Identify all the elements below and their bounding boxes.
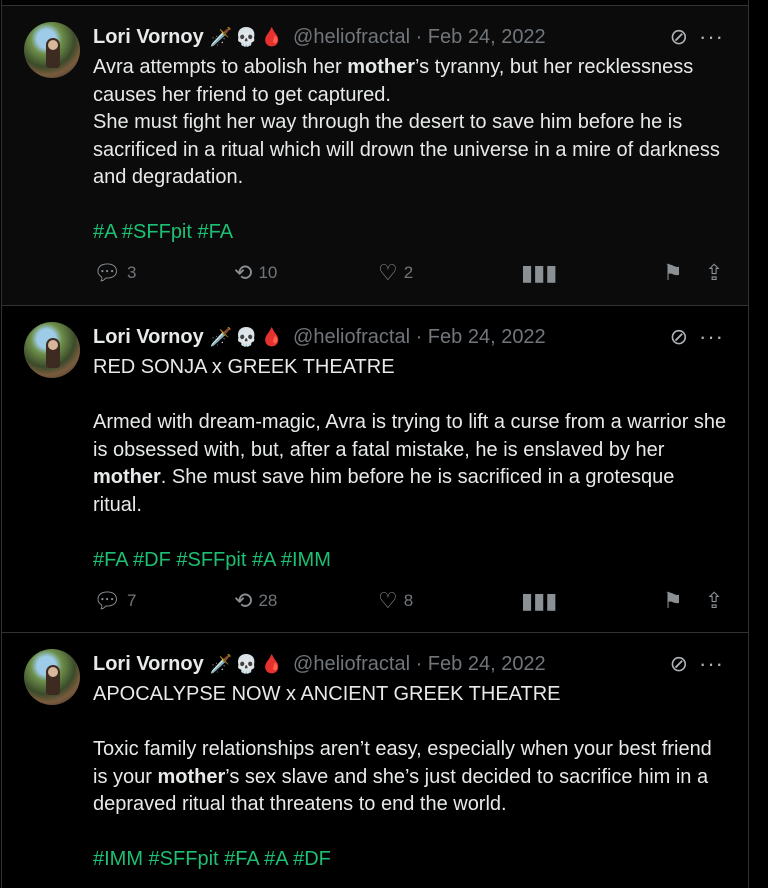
repost-button[interactable]: ⟲ 28	[234, 588, 277, 614]
reply-count: 7	[126, 591, 137, 610]
post-line: RED SONJA x GREEK THEATRE	[93, 356, 395, 378]
more-icon[interactable]: ···	[699, 24, 724, 50]
avatar[interactable]	[24, 649, 80, 705]
like-count: 2	[403, 263, 414, 282]
post-text: APOCALYPSE NOW x ANCIENT GREEK THEATRE T…	[93, 681, 728, 874]
like-count: 8	[403, 591, 414, 610]
views-icon: ▮▮▮	[521, 260, 558, 285]
reply-count: 3	[126, 263, 137, 282]
repost-count: 10	[258, 263, 278, 282]
name-emojis: 🗡️ 💀 🩸	[209, 654, 284, 674]
author-name[interactable]: Lori Vornoy	[93, 26, 204, 49]
author-handle-date[interactable]: @heliofractal · Feb 24, 2022	[293, 653, 546, 676]
reply-icon: 💬︎	[93, 588, 121, 613]
bookmark-button[interactable]: ⚑	[663, 588, 683, 614]
post-line: Toxic family relationships aren’t easy, …	[93, 738, 712, 815]
heart-icon: ♡	[378, 260, 398, 285]
author-name[interactable]: Lori Vornoy	[93, 326, 204, 349]
post-header: Lori Vornoy 🗡️ 💀 🩸 @heliofractal · Feb 2…	[93, 323, 748, 351]
name-emojis: 🗡️ 💀 🩸	[209, 27, 284, 47]
author-handle-date[interactable]: @heliofractal · Feb 24, 2022	[293, 326, 546, 349]
like-button[interactable]: ♡ 2	[378, 260, 413, 286]
post-card[interactable]: Lori Vornoy 🗡️ 💀 🩸 @heliofractal · Feb 2…	[2, 633, 748, 888]
share-icon: ⇪	[705, 588, 724, 613]
post-line: APOCALYPSE NOW x ANCIENT GREEK THEATRE	[93, 683, 561, 705]
name-emojis: 🗡️ 💀 🩸	[209, 327, 284, 347]
author-handle-date[interactable]: @heliofractal · Feb 24, 2022	[293, 26, 546, 49]
repost-button[interactable]: ⟲ 10	[234, 260, 277, 286]
avatar[interactable]	[24, 322, 80, 378]
post-card[interactable]: Lori Vornoy 🗡️ 💀 🩸 @heliofractal · Feb 2…	[2, 306, 748, 633]
post-text: RED SONJA x GREEK THEATRE Armed with dre…	[93, 354, 728, 574]
hashtags[interactable]: #IMM #SFFpit #FA #A #DF	[93, 846, 728, 874]
hashtags[interactable]: #A #SFFpit #FA	[93, 219, 728, 247]
share-button[interactable]: ⇪	[705, 260, 723, 286]
bookmark-icon: ⚑	[663, 260, 683, 285]
views-icon: ▮▮▮	[521, 588, 558, 613]
more-icon[interactable]: ···	[699, 324, 724, 350]
post-line: She must fight her way through the deser…	[93, 111, 720, 188]
grok-icon[interactable]: ⊘	[670, 651, 688, 677]
bookmark-button[interactable]: ⚑	[663, 260, 683, 286]
views-button[interactable]: ▮▮▮	[521, 260, 557, 286]
share-icon: ⇪	[705, 260, 724, 285]
post-line: Armed with dream-magic, Avra is trying t…	[93, 411, 727, 516]
action-bar: 💬︎ 7 ⟲ 28 ♡ 8 ▮▮▮ ⚑ ⇪	[93, 588, 728, 616]
author-name[interactable]: Lori Vornoy	[93, 653, 204, 676]
reply-button[interactable]: 💬︎ 7	[93, 588, 136, 614]
more-icon[interactable]: ···	[699, 651, 724, 677]
like-button[interactable]: ♡ 8	[378, 588, 413, 614]
action-bar: 💬︎ 3 ⟲ 10 ♡ 2 ▮▮▮ ⚑ ⇪	[93, 260, 728, 288]
avatar[interactable]	[24, 22, 80, 78]
post-line: Avra attempts to abolish her mother’s ty…	[93, 56, 694, 106]
bookmark-icon: ⚑	[663, 588, 683, 613]
post-header: Lori Vornoy 🗡️ 💀 🩸 @heliofractal · Feb 2…	[93, 23, 748, 51]
timeline: Lori Vornoy 🗡️ 💀 🩸 @heliofractal · Feb 2…	[1, 0, 749, 888]
grok-icon[interactable]: ⊘	[670, 24, 688, 50]
reply-icon: 💬︎	[93, 260, 121, 285]
post-header: Lori Vornoy 🗡️ 💀 🩸 @heliofractal · Feb 2…	[93, 650, 748, 678]
reply-button[interactable]: 💬︎ 3	[93, 260, 136, 286]
repost-count: 28	[258, 591, 278, 610]
hashtags[interactable]: #FA #DF #SFFpit #A #IMM	[93, 547, 728, 575]
share-button[interactable]: ⇪	[705, 588, 723, 614]
grok-icon[interactable]: ⊘	[670, 324, 688, 350]
views-button[interactable]: ▮▮▮	[521, 588, 557, 614]
post-card[interactable]: Lori Vornoy 🗡️ 💀 🩸 @heliofractal · Feb 2…	[2, 6, 748, 306]
heart-icon: ♡	[378, 588, 398, 613]
post-text: Avra attempts to abolish her mother’s ty…	[93, 54, 728, 247]
repost-icon: ⟲	[234, 260, 253, 285]
repost-icon: ⟲	[234, 588, 253, 613]
